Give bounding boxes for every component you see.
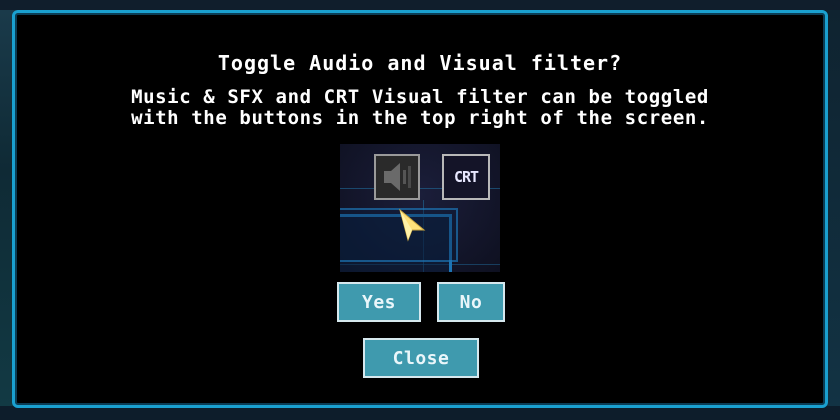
no-button[interactable]: No [437, 282, 505, 322]
dialog-message-line-2: with the buttons in the top right of the… [131, 107, 709, 129]
toggle-filter-dialog: Toggle Audio and Visual filter? Music & … [12, 10, 828, 408]
arrow-cursor-icon [399, 208, 426, 242]
dialog-message: Music & SFX and CRT Visual filter can be… [15, 87, 825, 129]
speaker-icon [374, 154, 420, 200]
dialog-title: Toggle Audio and Visual filter? [217, 51, 623, 75]
toggle-buttons-illustration: CRT [340, 144, 500, 272]
background-bottom-bar [0, 406, 840, 420]
crt-filter-icon: CRT [442, 154, 490, 200]
close-button[interactable]: Close [363, 338, 479, 378]
yes-button[interactable]: Yes [337, 282, 421, 322]
background-right-panel [826, 10, 840, 410]
dialog-message-line-1: Music & SFX and CRT Visual filter can be… [131, 86, 709, 108]
